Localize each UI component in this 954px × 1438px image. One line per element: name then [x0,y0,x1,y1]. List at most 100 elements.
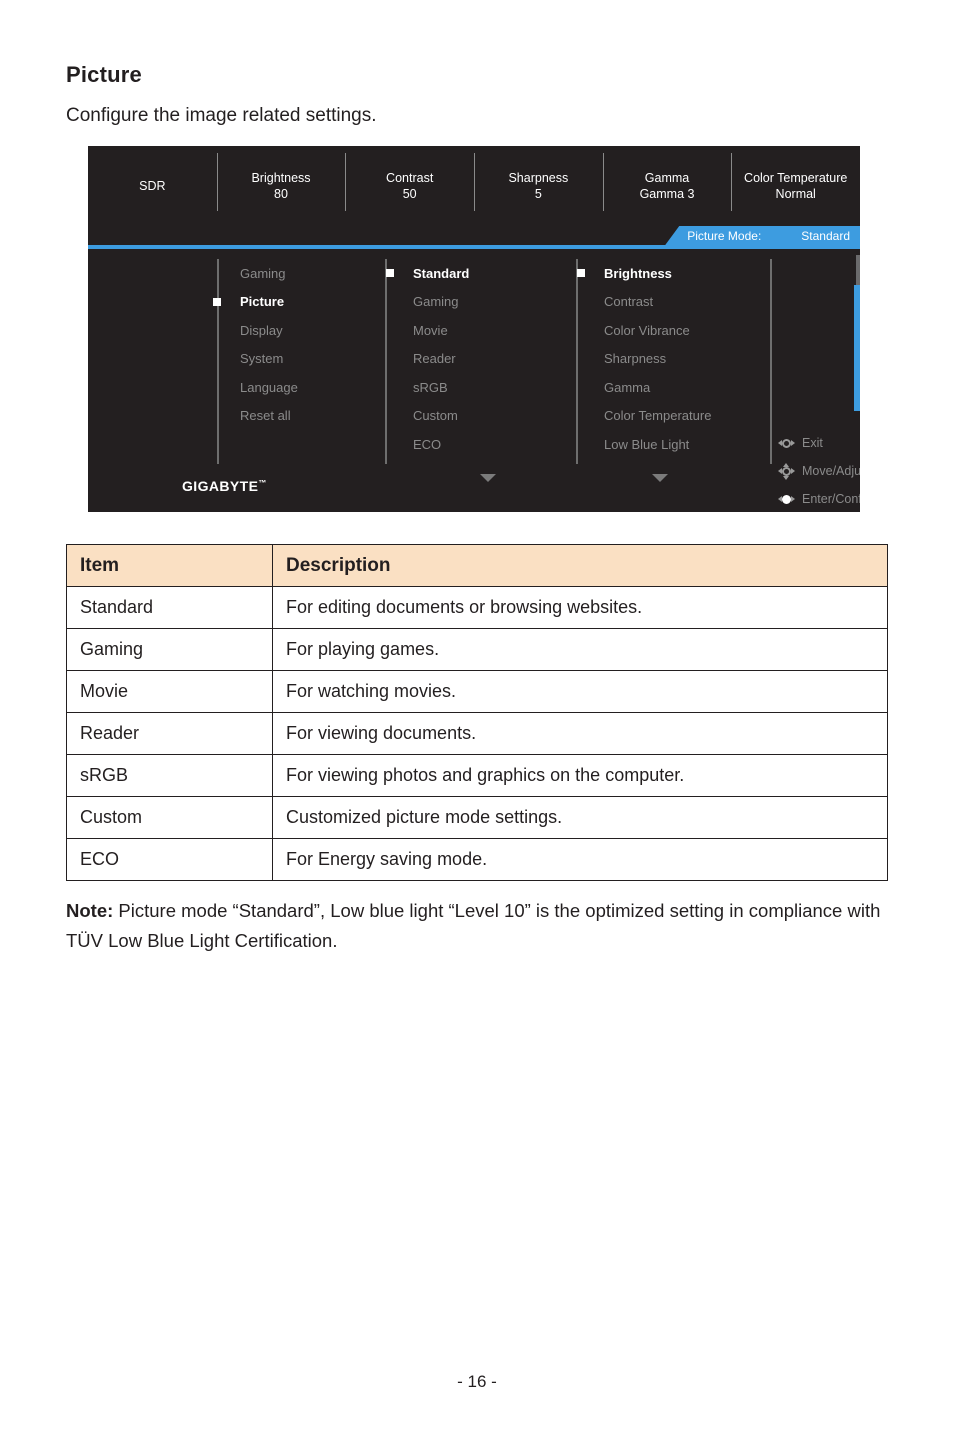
menu-item-display[interactable]: Display [240,316,298,345]
note-text: Picture mode “Standard”, Low blue light … [66,900,881,951]
menu-item-sharpness[interactable]: Sharpness [604,345,711,374]
table-cell-description: For Energy saving mode. [272,838,888,881]
menu-item-label: Picture [240,294,285,310]
quick-info-label: SDR [139,179,166,193]
menu-item-label: sRGB [413,379,448,395]
menu-item-contrast[interactable]: Contrast [604,288,711,317]
menu-item-gaming[interactable]: Gaming [240,259,298,288]
menu-column-2-rail [385,259,387,464]
menu-item-label: Brightness [604,265,672,281]
menu-column-2[interactable]: Standard Gaming Movie Reader sRGB Custom ECO [386,259,470,459]
table-row: Standard For editing documents or browsin… [66,586,888,629]
menu-item-gamma[interactable]: Gamma [604,373,711,402]
quick-info-cell: Sharpness 5 [474,153,603,211]
table-row: Movie For watching movies. [66,670,888,713]
table-cell-item: Custom [66,796,273,839]
page-number: - 16 - [457,1372,497,1391]
menu-item-low-blue-light[interactable]: Low Blue Light [604,430,711,459]
joystick-hint-label: Move/Adjust [802,464,860,478]
quick-info-label: Sharpness [508,171,569,185]
osd-scrollbar[interactable] [854,285,860,411]
quick-info-cell: Contrast 50 [345,153,474,211]
quick-info-value: Normal [775,187,816,201]
joystick-hint: Move/Adjust [778,457,860,485]
quick-info-cell: SDR [88,178,217,194]
table-cell-description: For viewing photos and graphics on the c… [272,754,888,797]
menu-item-label: Low Blue Light [604,436,690,452]
menu-item-custom[interactable]: Custom [413,402,469,431]
table-header-description: Description [272,544,888,587]
joystick-four-way-icon [778,462,795,480]
value-column-rail [770,259,772,464]
table-cell-description: For editing documents or browsing websit… [272,586,888,629]
quick-info-cell: Brightness 80 [216,153,346,211]
menu-item-color-temperature[interactable]: Color Temperature [604,402,711,431]
joystick-press-icon [778,492,795,507]
table-row: Gaming For playing games. [66,628,888,671]
menu-item-label: Movie [413,322,448,338]
menu-column-1-rail [217,259,219,464]
menu-item-reset-all[interactable]: Reset all [240,402,298,431]
table-cell-item: Standard [66,586,273,629]
menu-item-srgb[interactable]: sRGB [413,373,469,402]
quick-info-label: Color Temperature [744,171,848,185]
note-label: Note: [66,900,114,921]
menu-item-label: Gamma [604,379,651,395]
table-header-item: Item [66,544,273,587]
table-row: Custom Customized picture mode settings. [66,796,888,839]
menu-item-reader[interactable]: Reader [413,345,469,374]
table-row: sRGB For viewing photos and graphics on t… [66,754,888,797]
picture-mode-table: Item Description Standard For editing doc… [66,544,888,881]
quick-info-value: Gamma 3 [639,187,695,201]
menu-item-system[interactable]: System [240,345,298,374]
menu-item-label: Display [240,322,283,338]
menu-column-3[interactable]: Brightness Contrast Color Vibrance Sharpnes… [577,259,711,459]
menu-item-label: Reset all [240,408,291,424]
menu-item-label: Standard [413,265,470,281]
table-row: ECO For Energy saving mode. [66,838,888,881]
scroll-down-caret-icon[interactable] [652,474,668,482]
picture-mode-label: Picture Mode: [687,228,762,243]
menu-item-gaming[interactable]: Gaming [413,288,469,317]
table-cell-item: sRGB [66,754,273,797]
selected-marker-icon [213,297,221,306]
table-cell-description: For watching movies. [272,670,888,713]
table-cell-description: For viewing documents. [272,712,888,755]
menu-column-3-rail [576,259,578,464]
osd-menu-figure: SDR Brightness 80 Contrast 50 Sharpness 5 Gamma… [88,146,860,512]
quick-info-value: 80 [274,187,288,201]
table-row: Reader For viewing documents. [66,712,888,755]
menu-item-standard[interactable]: Standard [386,259,470,288]
menu-item-label: Custom [413,408,458,424]
menu-item-picture[interactable]: Picture [213,288,298,317]
quick-info-value: 50 [402,187,417,201]
menu-item-label: Color Vibrance [604,322,690,338]
joystick-hint-label: Enter/Confirm [802,492,860,506]
slider-thumb[interactable] [856,255,860,286]
menu-item-movie[interactable]: Movie [413,316,469,345]
menu-item-brightness[interactable]: Brightness [577,259,711,288]
osd-body: Gaming Picture Display System Language Reset … [88,249,860,512]
menu-item-label: ECO [413,436,442,452]
joystick-hint: Enter/Confirm [778,485,860,512]
gigabyte-logo: GIGABYTE™ [182,478,267,494]
joystick-hint-label: Exit [802,436,823,450]
menu-item-language[interactable]: Language [240,373,298,402]
scroll-down-caret-icon[interactable] [480,474,496,482]
quick-info-cell: Color Temperature Normal [731,153,860,211]
menu-column-1[interactable]: Gaming Picture Display System Language Reset … [213,259,298,431]
quick-info-value: 5 [534,187,542,201]
osd-quick-info-bar: SDR Brightness 80 Contrast 50 Sharpness 5 Gamma… [88,146,860,226]
menu-item-label: Reader [413,351,456,367]
menu-item-eco[interactable]: ECO [413,430,469,459]
picture-mode-value: Standard [801,228,850,243]
trademark-mark: ™ [258,478,267,488]
menu-item-color-vibrance[interactable]: Color Vibrance [604,316,711,345]
page-title: Picture [66,62,142,87]
selected-marker-icon [577,269,585,278]
picture-mode-tab: Picture Mode: Standard [665,226,860,245]
quick-info-label: Gamma [644,171,690,185]
table-cell-item: ECO [66,838,273,881]
menu-item-label: Contrast [604,294,654,310]
joystick-hints: Exit Move/Adjust Enter/Confirm [778,429,860,512]
